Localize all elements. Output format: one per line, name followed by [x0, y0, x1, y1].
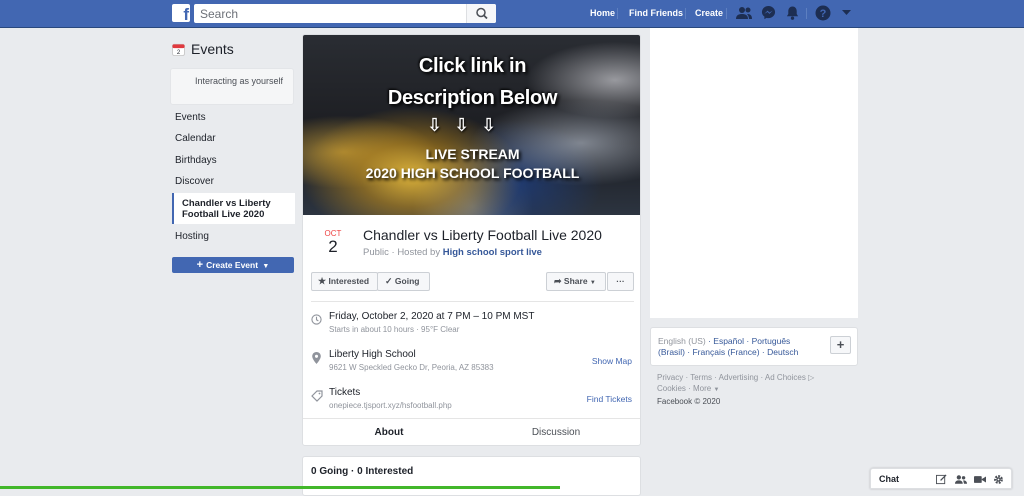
top-navigation-bar: f Home Find Friends Create ? — [0, 0, 1024, 28]
interested-label: Interested — [328, 276, 370, 286]
footer-link-ad-choices[interactable]: Ad Choices — [765, 373, 806, 382]
create-event-button[interactable]: + Create Event ▼ — [172, 257, 294, 273]
new-message-icon[interactable] — [936, 474, 947, 485]
search-button[interactable] — [466, 4, 496, 23]
language-option-spanish[interactable]: Español — [713, 336, 744, 346]
sidebar-title: Events — [191, 41, 234, 57]
checkmark-icon: ✓ — [385, 276, 393, 286]
help-question-icon[interactable]: ? — [815, 5, 831, 21]
footer-copyright: Facebook © 2020 — [657, 397, 721, 406]
interacting-as-box[interactable]: Interacting as yourself — [170, 68, 294, 105]
settings-gear-icon[interactable] — [993, 474, 1004, 485]
sidebar-item-birthdays[interactable]: Birthdays — [175, 155, 217, 166]
event-address: 9621 W Speckled Gecko Dr, Peoria, AZ 853… — [329, 363, 494, 372]
create-event-label: Create Event — [206, 260, 259, 270]
sidebar-item-calendar[interactable]: Calendar — [175, 133, 216, 144]
more-languages-plus-button[interactable]: + — [830, 336, 851, 354]
cover-text-line-1: Click link in — [418, 55, 527, 77]
footer-links: Privacy · Terms · Advertising · Ad Choic… — [657, 373, 815, 406]
tab-discussion[interactable]: Discussion — [474, 419, 638, 445]
cover-text-line-3: LIVE STREAM — [425, 146, 520, 162]
language-option-german[interactable]: Deutsch — [767, 347, 798, 357]
footer-link-advertising[interactable]: Advertising — [719, 373, 759, 382]
tickets-url[interactable]: onepiece.tjsport.xyz/hsfootball.php — [329, 401, 452, 410]
sidebar-item-discover[interactable]: Discover — [175, 176, 214, 187]
account-menu-chevron-down-icon[interactable] — [842, 10, 851, 16]
clock-icon — [311, 314, 322, 325]
going-interested-count[interactable]: 0 Going · 0 Interested — [311, 466, 413, 477]
footer-link-terms[interactable]: Terms — [690, 373, 712, 382]
sidebar-header: 2 Events — [172, 41, 234, 57]
going-summary-card: 0 Going · 0 Interested — [302, 456, 641, 496]
find-tickets-link[interactable]: Find Tickets — [587, 394, 632, 404]
interested-button[interactable]: ★ Interested — [311, 272, 378, 291]
language-option-french[interactable]: Français (France) — [692, 347, 759, 357]
ticket-tag-icon — [311, 390, 323, 402]
cover-text-line-4: 2020 HIGH SCHOOL FOOTBALL — [365, 165, 580, 181]
going-label: Going — [394, 276, 420, 286]
search-input[interactable] — [194, 4, 464, 23]
tab-about[interactable]: About — [307, 419, 471, 445]
share-label: Share — [563, 276, 588, 286]
nav-create-link[interactable]: Create — [695, 8, 723, 18]
chevron-down-icon: ▼ — [713, 387, 720, 393]
search-icon — [476, 7, 488, 20]
event-privacy-host-prefix: Public · Hosted by — [363, 247, 441, 258]
sidebar-item-events[interactable]: Events — [175, 112, 206, 123]
event-day: 2 — [328, 237, 338, 256]
event-location-row: Liberty High School 9621 W Speckled Geck… — [311, 349, 634, 379]
search-box — [194, 4, 496, 23]
chevron-down-icon: ▼ — [589, 280, 596, 286]
messenger-icon[interactable] — [761, 5, 776, 20]
event-title: Chandler vs Liberty Football Live 2020 — [363, 227, 602, 243]
friend-requests-icon[interactable] — [736, 5, 752, 21]
group-people-icon[interactable] — [955, 474, 967, 485]
event-card: Click link in Description Below ⇩⇩⇩ LIVE… — [302, 34, 641, 446]
going-button[interactable]: ✓ Going — [377, 272, 430, 291]
facebook-logo-icon[interactable]: f — [172, 4, 190, 22]
footer-link-cookies[interactable]: Cookies — [657, 384, 686, 393]
more-options-button[interactable]: ··· — [607, 272, 634, 291]
ad-choices-icon: ▷ — [808, 373, 815, 382]
event-tabs: About Discussion — [303, 418, 640, 445]
chevron-down-icon: ▼ — [262, 263, 270, 270]
event-datetime: Friday, October 2, 2020 at 7 PM – 10 PM … — [329, 311, 535, 322]
share-arrow-icon: ➦ — [554, 276, 562, 286]
star-icon: ★ — [318, 276, 327, 286]
svg-text:?: ? — [820, 8, 827, 20]
location-pin-icon — [312, 352, 321, 364]
sidebar-item-current-event[interactable]: Chandler vs Liberty Football Live 2020 — [172, 193, 295, 224]
event-host-link[interactable]: High school sport live — [443, 247, 542, 258]
chat-label: Chat — [879, 474, 899, 484]
cover-down-arrows: ⇩⇩⇩ — [427, 115, 509, 136]
share-button[interactable]: ➦ Share ▼ — [546, 272, 606, 291]
video-call-icon[interactable] — [974, 474, 986, 485]
nav-home-link[interactable]: Home — [590, 8, 615, 18]
event-cover-photo[interactable]: Click link in Description Below ⇩⇩⇩ LIVE… — [303, 35, 640, 215]
footer-link-more[interactable]: More — [693, 384, 711, 393]
language-list: English (US) · Español · Português (Bras… — [658, 336, 799, 357]
calendar-icon: 2 — [172, 43, 185, 56]
divider — [311, 301, 634, 302]
plus-icon: + — [196, 259, 204, 271]
footer-link-privacy[interactable]: Privacy — [657, 373, 683, 382]
language-selector: English (US) · Español · Português (Bras… — [650, 327, 858, 366]
event-date-badge: OCT 2 — [317, 229, 349, 256]
sidebar-item-hosting[interactable]: Hosting — [175, 231, 209, 242]
show-map-link[interactable]: Show Map — [592, 356, 632, 366]
event-subtitle: Public · Hosted by High school sport liv… — [363, 247, 542, 258]
event-datetime-row: Friday, October 2, 2020 at 7 PM – 10 PM … — [311, 311, 634, 341]
chat-bar[interactable]: Chat — [870, 468, 1012, 489]
notifications-bell-icon[interactable] — [785, 5, 800, 21]
tickets-label: Tickets — [329, 387, 361, 398]
event-tickets-row: Tickets onepiece.tjsport.xyz/hsfootball.… — [311, 387, 634, 417]
cover-text-line-2: Description Below — [387, 87, 558, 109]
nav-find-friends-link[interactable]: Find Friends — [629, 8, 683, 18]
event-datetime-sub: Starts in about 10 hours · 95°F Clear — [329, 325, 460, 334]
right-column-blank-panel — [650, 28, 858, 318]
event-location-name[interactable]: Liberty High School — [329, 349, 416, 360]
current-language: English (US) — [658, 336, 706, 346]
